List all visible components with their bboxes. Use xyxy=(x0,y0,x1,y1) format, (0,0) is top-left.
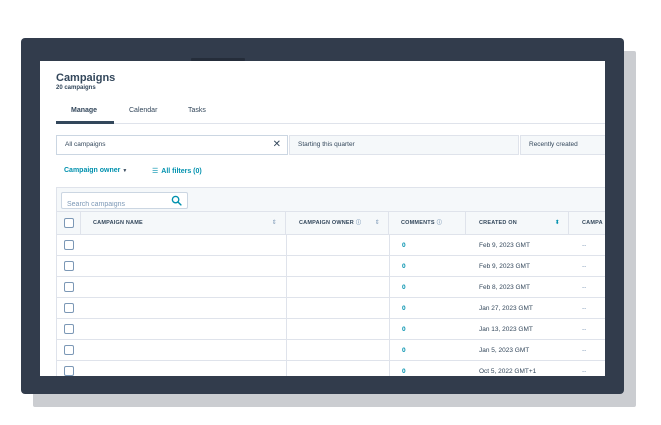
column-divider xyxy=(389,319,390,340)
created-on: Feb 8, 2023 GMT xyxy=(479,284,530,291)
row-checkbox[interactable] xyxy=(64,261,74,271)
view-label: Recently created xyxy=(529,141,578,148)
table-row[interactable]: 0 Oct 5, 2022 GMT+1 -- xyxy=(57,361,605,376)
view-all-campaigns[interactable]: All campaigns ✕ xyxy=(56,135,288,155)
table-toolbar xyxy=(57,188,605,212)
sort-down-icon[interactable]: ⬍ xyxy=(555,212,560,235)
campaigns-table: CAMPAIGN NAME ⇕ CAMPAIGN OWNERⓘ ⇕ COMMEN… xyxy=(56,187,605,376)
column-campaign-name[interactable]: CAMPAIGN NAME ⇕ xyxy=(81,212,286,235)
sort-icon[interactable]: ⇕ xyxy=(272,212,277,235)
comments-count[interactable]: 0 xyxy=(402,340,406,361)
search-input[interactable] xyxy=(62,197,167,212)
all-filters-label: All filters (0) xyxy=(161,168,202,175)
close-icon[interactable]: ✕ xyxy=(273,136,281,154)
tab-calendar[interactable]: Calendar xyxy=(129,107,157,114)
view-label: All campaigns xyxy=(65,141,106,148)
page-title: Campaigns xyxy=(56,72,116,84)
column-divider xyxy=(389,235,390,256)
column-divider xyxy=(286,277,287,298)
column-label: CAMPA xyxy=(582,220,603,226)
view-recently-created[interactable]: Recently created xyxy=(520,135,605,155)
tab-manage[interactable]: Manage xyxy=(71,107,97,114)
column-divider xyxy=(389,256,390,277)
column-label: COMMENTS xyxy=(401,220,435,226)
created-on: Oct 5, 2022 GMT+1 xyxy=(479,368,537,375)
row-checkbox[interactable] xyxy=(64,366,74,376)
column-divider xyxy=(389,277,390,298)
app-screen: Campaigns 20 campaigns Manage Calendar T… xyxy=(40,61,605,376)
sort-icon[interactable]: ⇕ xyxy=(375,212,380,235)
tab-tasks[interactable]: Tasks xyxy=(188,107,206,114)
comments-count[interactable]: 0 xyxy=(402,235,406,256)
column-divider xyxy=(286,298,287,319)
row-checkbox[interactable] xyxy=(64,324,74,334)
column-campaign-partial[interactable]: CAMPA xyxy=(569,212,605,235)
comments-count[interactable]: 0 xyxy=(402,277,406,298)
created-on: Jan 5, 2023 GMT xyxy=(479,347,530,354)
table-row[interactable]: 0 Feb 9, 2023 GMT -- xyxy=(57,256,605,277)
table-row[interactable]: 0 Jan 13, 2023 GMT -- xyxy=(57,319,605,340)
campaign-cell: -- xyxy=(582,305,587,312)
table-row[interactable]: 0 Jan 27, 2023 GMT -- xyxy=(57,298,605,319)
column-divider xyxy=(286,340,287,361)
caret-down-icon: ▼ xyxy=(122,168,128,174)
column-divider xyxy=(389,298,390,319)
column-label: CREATED ON xyxy=(479,220,517,226)
campaign-cell: -- xyxy=(582,263,587,270)
created-on: Feb 9, 2023 GMT xyxy=(479,263,530,270)
select-all-checkbox[interactable] xyxy=(64,218,74,228)
campaign-cell: -- xyxy=(582,242,587,249)
table-row[interactable]: 0 Feb 9, 2023 GMT -- xyxy=(57,235,605,256)
filter-lines-icon: ☰ xyxy=(152,168,159,175)
comments-count[interactable]: 0 xyxy=(402,298,406,319)
column-label: CAMPAIGN OWNER xyxy=(299,220,354,226)
row-checkbox[interactable] xyxy=(64,303,74,313)
column-created-on[interactable]: CREATED ON ⬍ xyxy=(466,212,569,235)
table-header: CAMPAIGN NAME ⇕ CAMPAIGN OWNER ⓘ ⇕ COMMEN… xyxy=(57,212,605,235)
column-divider xyxy=(389,361,390,376)
created-on: Jan 13, 2023 GMT xyxy=(479,326,533,333)
table-row[interactable]: 0 Jan 5, 2023 GMT -- xyxy=(57,340,605,361)
campaign-cell: -- xyxy=(582,347,587,354)
column-comments[interactable]: COMMENTS ⓘ xyxy=(389,212,466,235)
active-tab-indicator xyxy=(56,121,114,124)
column-label: CAMPAIGN NAME xyxy=(93,220,143,226)
select-all-cell xyxy=(57,212,81,235)
column-divider xyxy=(286,256,287,277)
tab-bar: Manage Calendar Tasks xyxy=(56,101,605,124)
campaign-cell: -- xyxy=(582,284,587,291)
info-icon[interactable]: ⓘ xyxy=(356,220,361,226)
created-on: Jan 27, 2023 GMT xyxy=(479,305,533,312)
comments-count[interactable]: 0 xyxy=(402,319,406,340)
column-divider xyxy=(389,340,390,361)
search-box xyxy=(61,192,188,212)
all-filters-button[interactable]: ☰ All filters (0) xyxy=(152,167,202,175)
created-on: Feb 9, 2023 GMT xyxy=(479,242,530,249)
column-campaign-owner[interactable]: CAMPAIGN OWNER ⓘ ⇕ xyxy=(286,212,389,235)
comments-count[interactable]: 0 xyxy=(402,361,406,376)
filter-label: Campaign owner xyxy=(64,167,121,174)
row-checkbox[interactable] xyxy=(64,345,74,355)
view-tabs: All campaigns ✕ Starting this quarter Re… xyxy=(56,135,605,155)
comments-count[interactable]: 0 xyxy=(402,256,406,277)
info-icon[interactable]: ⓘ xyxy=(437,220,442,226)
view-starting-this-quarter[interactable]: Starting this quarter xyxy=(289,135,519,155)
column-divider xyxy=(286,235,287,256)
campaign-owner-filter[interactable]: Campaign owner ▼ xyxy=(64,167,127,174)
table-row[interactable]: 0 Feb 8, 2023 GMT -- xyxy=(57,277,605,298)
column-divider xyxy=(286,319,287,340)
campaign-cell: -- xyxy=(582,326,587,333)
view-label: Starting this quarter xyxy=(298,141,355,148)
row-checkbox[interactable] xyxy=(64,282,74,292)
row-checkbox[interactable] xyxy=(64,240,74,250)
campaign-count: 20 campaigns xyxy=(56,85,96,91)
campaign-cell: -- xyxy=(582,368,587,375)
search-icon[interactable] xyxy=(171,195,182,206)
column-divider xyxy=(286,361,287,376)
